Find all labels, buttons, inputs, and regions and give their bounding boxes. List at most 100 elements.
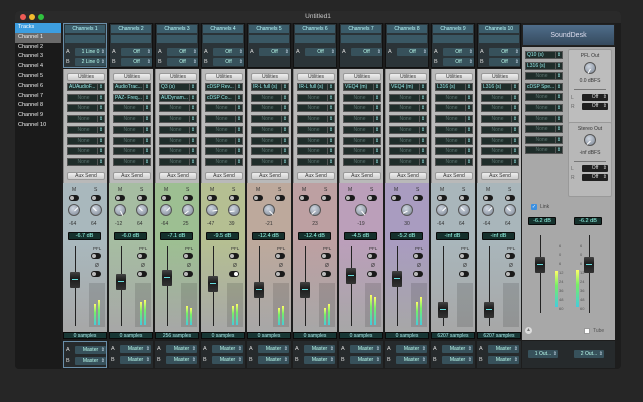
phase-invert-toggle[interactable] (321, 271, 331, 277)
right-master-fader[interactable] (584, 257, 594, 273)
output-b-select[interactable]: Master (166, 356, 197, 364)
pfl-toggle[interactable] (413, 253, 423, 259)
sidebar-item-channel-7[interactable]: Channel 7 (15, 92, 61, 102)
sidebar-item-channel-9[interactable]: Channel 9 (15, 111, 61, 121)
input-b-select[interactable]: Off (167, 58, 198, 66)
input-b-select[interactable]: Off (489, 58, 520, 66)
pan-knob[interactable] (309, 204, 321, 216)
right-pan-knob[interactable] (90, 204, 102, 216)
volume-fader[interactable] (254, 282, 264, 299)
utilities-button[interactable]: Utilities (159, 73, 197, 81)
phase-invert-toggle[interactable] (137, 271, 147, 277)
aux-send-button[interactable]: Aux Send (251, 172, 289, 180)
plugin-slot[interactable]: None (297, 125, 335, 134)
channel-name-field[interactable] (341, 35, 381, 43)
master-plugin-slot[interactable]: None (525, 146, 563, 155)
input-a-select[interactable]: Off (397, 48, 428, 56)
output-1-select[interactable]: 1 Out... (528, 350, 558, 358)
output-b-select[interactable]: Master (212, 356, 243, 364)
right-pan-knob[interactable] (228, 204, 240, 216)
aux-send-button[interactable]: Aux Send (481, 172, 519, 180)
solo-toggle[interactable] (505, 195, 515, 201)
output-a-select[interactable]: Master (212, 345, 243, 353)
phase-invert-toggle[interactable] (413, 271, 423, 277)
plugin-slot[interactable]: Q3 (s) (159, 83, 197, 91)
phase-invert-toggle[interactable] (183, 271, 193, 277)
pan-knob[interactable] (263, 204, 275, 216)
pfl-toggle[interactable] (459, 253, 469, 259)
left-pan-knob[interactable] (436, 204, 448, 216)
plugin-slot[interactable]: None (251, 104, 289, 113)
plugin-slot[interactable]: None (297, 136, 335, 145)
solo-toggle[interactable] (459, 195, 469, 201)
plugin-slot[interactable]: None (251, 147, 289, 156)
plugin-slot[interactable]: None (343, 93, 381, 102)
plugin-slot[interactable]: L316 (s) (481, 83, 519, 91)
sidebar-item-channel-6[interactable]: Channel 6 (15, 82, 61, 92)
output-a-select[interactable]: Master (396, 345, 427, 353)
plugin-slot[interactable]: None (343, 157, 381, 166)
plugin-slot[interactable]: cDSP Co... (205, 93, 243, 102)
link-checkbox[interactable]: ✓ (531, 204, 537, 210)
channel-tab[interactable]: Channels 5 (249, 25, 289, 33)
pfl-toggle[interactable] (321, 253, 331, 259)
input-a-select[interactable]: Off (259, 48, 290, 56)
utilities-button[interactable]: Utilities (435, 73, 473, 81)
utilities-button[interactable]: Utilities (67, 73, 105, 81)
solo-toggle[interactable] (321, 195, 331, 201)
output-b-select[interactable]: Master (350, 356, 381, 364)
plugin-slot[interactable]: None (343, 104, 381, 113)
pfl-toggle[interactable] (183, 253, 193, 259)
output-b-select[interactable]: Master (258, 356, 289, 364)
plugin-slot[interactable]: None (159, 136, 197, 145)
plugin-slot[interactable]: None (159, 125, 197, 134)
plugin-slot[interactable]: None (67, 125, 105, 134)
zoom-button[interactable] (38, 14, 44, 20)
plugin-slot[interactable]: None (435, 93, 473, 102)
plugin-slot[interactable]: None (481, 147, 519, 156)
output-a-select[interactable]: Master (350, 345, 381, 353)
plugin-slot[interactable]: None (205, 104, 243, 113)
plugin-slot[interactable]: None (481, 125, 519, 134)
plugin-slot[interactable]: None (297, 115, 335, 124)
volume-fader[interactable] (346, 268, 356, 285)
pfl-out-knob[interactable] (584, 62, 596, 74)
plugin-slot[interactable]: None (389, 136, 427, 145)
plugin-slot[interactable]: None (205, 136, 243, 145)
output-b-select[interactable]: Master (488, 356, 519, 364)
master-plugin-slot[interactable]: cDSP Spe... (525, 82, 563, 91)
right-pan-knob[interactable] (504, 204, 516, 216)
plugin-slot[interactable]: None (251, 125, 289, 134)
phase-invert-toggle[interactable] (91, 271, 101, 277)
stereo-out-knob[interactable] (584, 134, 596, 146)
plugin-slot[interactable]: None (435, 136, 473, 145)
plugin-slot[interactable]: IR-L full (s) (251, 83, 289, 91)
utilities-button[interactable]: Utilities (481, 73, 519, 81)
mute-toggle[interactable] (115, 195, 125, 201)
solo-toggle[interactable] (183, 195, 193, 201)
channel-tab[interactable]: Channels 7 (341, 25, 381, 33)
aux-send-button[interactable]: Aux Send (297, 172, 335, 180)
input-a-select[interactable]: 1 Line 0 (75, 48, 106, 56)
utilities-button[interactable]: Utilities (389, 73, 427, 81)
pan-knob[interactable] (401, 204, 413, 216)
input-a-select[interactable]: Off (351, 48, 382, 56)
utilities-button[interactable]: Utilities (205, 73, 243, 81)
pfl-toggle[interactable] (275, 253, 285, 259)
channel-name-field[interactable] (203, 35, 243, 43)
mute-toggle[interactable] (207, 195, 217, 201)
plugin-slot[interactable]: None (205, 125, 243, 134)
plugin-slot[interactable]: None (389, 104, 427, 113)
plugin-slot[interactable]: None (435, 147, 473, 156)
plugin-slot[interactable]: VEQ4 (m) (389, 83, 427, 91)
aux-send-button[interactable]: Aux Send (435, 172, 473, 180)
mute-toggle[interactable] (483, 195, 493, 201)
solo-toggle[interactable] (229, 195, 239, 201)
input-b-select[interactable]: Off (121, 58, 152, 66)
plugin-slot[interactable]: IR-L full (s) (297, 83, 335, 91)
channel-tab[interactable]: Channels 10 (479, 25, 519, 33)
pfl-left-select[interactable]: Off (582, 94, 608, 101)
input-b-select[interactable]: 2 Line 0 (75, 58, 106, 66)
plugin-slot[interactable]: None (67, 115, 105, 124)
plugin-slot[interactable]: None (343, 125, 381, 134)
